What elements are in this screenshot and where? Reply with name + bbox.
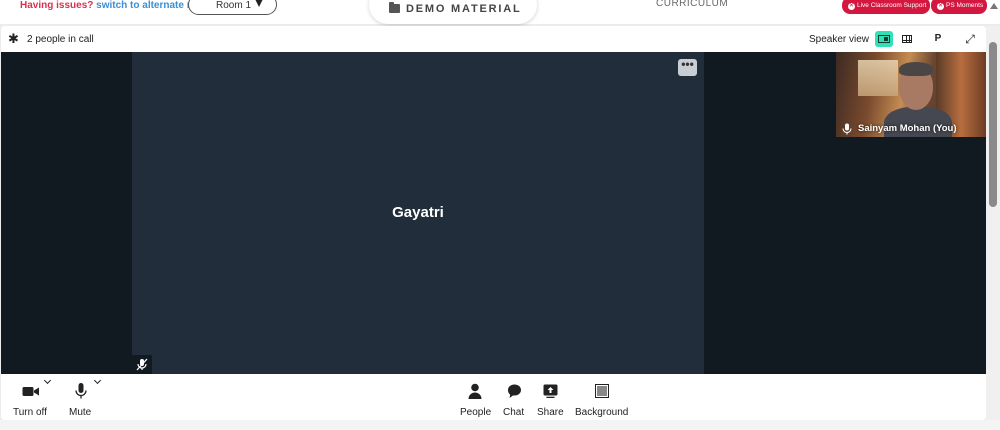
- fullscreen-icon[interactable]: ⤢: [961, 31, 979, 47]
- camera-icon: [22, 387, 39, 396]
- moments-label: PS Moments: [946, 2, 984, 9]
- chat-button[interactable]: Chat: [500, 380, 528, 420]
- call-controls: Turn off Mute People Chat Share Backgrou…: [1, 374, 986, 420]
- share-label: Share: [537, 407, 564, 418]
- page-bottom: [0, 420, 1000, 430]
- ps-moments-button[interactable]: ✕ PS Moments: [931, 0, 987, 14]
- mic-muted-icon: [132, 355, 152, 374]
- folder-icon: [389, 2, 400, 13]
- mic-toggle-button[interactable]: Mute: [65, 380, 99, 420]
- close-circle-icon: ✕: [848, 3, 855, 10]
- self-video-tile: Sainyam Mohan (You): [836, 52, 986, 137]
- curriculum-tab[interactable]: CURRICULUM: [656, 0, 728, 9]
- share-screen-icon: [543, 384, 558, 398]
- issues-notice: Having issues? switch to alternate room: [20, 0, 212, 11]
- chat-label: Chat: [503, 407, 525, 418]
- mic-label: Mute: [69, 407, 92, 418]
- room-select-value: Room 1: [216, 0, 252, 11]
- self-participant-name: Sainyam Mohan (You): [858, 123, 957, 134]
- room-select[interactable]: Room 1: [188, 0, 277, 15]
- p-button[interactable]: P: [929, 31, 947, 47]
- background-button[interactable]: Background: [573, 380, 631, 420]
- background-label: Background: [575, 407, 629, 418]
- top-bar: Having issues? switch to alternate room …: [0, 0, 1000, 24]
- microphone-icon: [75, 383, 87, 399]
- people-label: People: [460, 407, 492, 418]
- participant-name: Gayatri: [392, 204, 444, 221]
- demo-material-label: DEMO MATERIAL: [406, 3, 522, 15]
- main-participant-tile: Gayatri •••: [132, 52, 704, 374]
- speaker-view-label: Speaker view: [809, 34, 870, 45]
- self-name-label: Sainyam Mohan (You): [836, 121, 986, 137]
- call-header: ✱ 2 people in call Speaker view P ⤢: [1, 26, 986, 52]
- background-icon: [595, 384, 609, 398]
- close-circle-icon: ✕: [937, 3, 944, 10]
- dropdown-arrow-icon: [255, 0, 263, 7]
- people-count: 2 people in call: [27, 34, 94, 45]
- video-background: [858, 60, 898, 96]
- share-button[interactable]: Share: [535, 380, 567, 420]
- issues-text: Having issues?: [20, 0, 94, 11]
- video-stage: Gayatri ••• Sainyam Mohan (You): [1, 52, 986, 374]
- demo-material-tab[interactable]: DEMO MATERIAL: [369, 0, 537, 24]
- grid-view-icon[interactable]: [898, 31, 916, 47]
- more-options-button[interactable]: •••: [678, 58, 697, 76]
- support-label: Live Classroom Support: [857, 2, 927, 9]
- gear-icon[interactable]: ✱: [8, 32, 19, 45]
- live-classroom-support-button[interactable]: ✕ Live Classroom Support: [842, 0, 930, 14]
- people-icon: [468, 383, 482, 399]
- camera-toggle-button[interactable]: Turn off: [11, 380, 51, 420]
- self-video-person: [899, 62, 933, 76]
- scroll-up-arrow-icon[interactable]: [990, 3, 998, 9]
- microphone-icon: [842, 123, 852, 135]
- video-call-panel: ✱ 2 people in call Speaker view P ⤢ Gaya…: [1, 26, 986, 420]
- people-button[interactable]: People: [457, 380, 493, 420]
- chat-icon: [508, 384, 521, 398]
- scrollbar-thumb[interactable]: [989, 42, 997, 207]
- speaker-view-icon[interactable]: [875, 31, 893, 47]
- camera-label: Turn off: [13, 407, 47, 418]
